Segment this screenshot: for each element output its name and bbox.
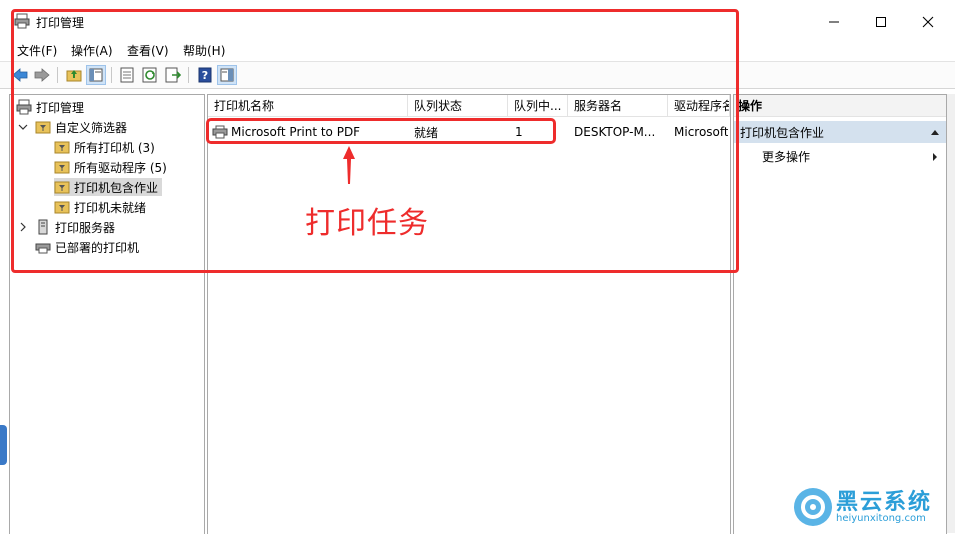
more-actions-label: 更多操作 bbox=[762, 150, 811, 164]
watermark-title: 黑云系统 bbox=[836, 490, 933, 515]
submenu-arrow-icon bbox=[933, 153, 937, 161]
close-button[interactable] bbox=[905, 8, 951, 36]
annotation-label: 打印任务 bbox=[305, 206, 429, 241]
more-actions-item[interactable]: 更多操作 bbox=[762, 148, 810, 165]
scroll-edge bbox=[947, 94, 955, 533]
action-pane: 操作 打印机包含作业 更多操作 bbox=[733, 94, 947, 534]
watermark-circle-icon bbox=[794, 488, 832, 526]
collapse-triangle-icon bbox=[931, 130, 939, 135]
maximize-button[interactable] bbox=[858, 8, 904, 36]
annotation-arrow-icon bbox=[343, 146, 355, 184]
minimize-icon bbox=[829, 21, 839, 23]
watermark-logo: 黑云系统 heiyunxitong.com bbox=[790, 486, 950, 530]
close-icon bbox=[922, 16, 934, 28]
watermark-url: heiyunxitong.com bbox=[836, 513, 926, 524]
action-group-label: 打印机包含作业 bbox=[740, 125, 825, 140]
maximize-icon bbox=[876, 17, 886, 27]
print-management-window: 打印管理 文件(F) 操作(A) 查看(V) 帮助(H) ? 打印管理 自定义筛… bbox=[0, 0, 955, 534]
action-group-printers-with-jobs[interactable]: 打印机包含作业 bbox=[734, 121, 946, 143]
action-pane-title: 操作 bbox=[734, 95, 946, 117]
annotation-row-highlight bbox=[206, 118, 556, 144]
minimize-button[interactable] bbox=[811, 8, 857, 36]
side-edge-accent bbox=[0, 425, 7, 465]
